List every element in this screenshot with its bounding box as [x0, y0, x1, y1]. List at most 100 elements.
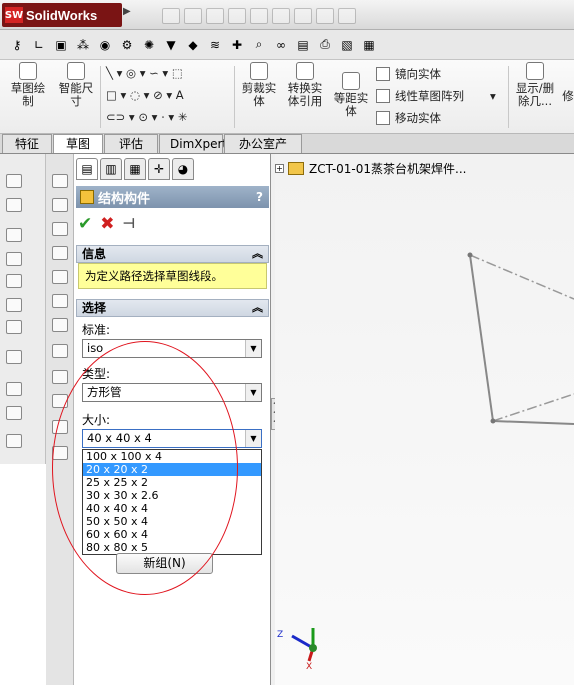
cube-icon[interactable]: [52, 318, 68, 332]
size-option[interactable]: 50 x 50 x 4: [83, 515, 261, 528]
pushpin-icon[interactable]: ⊣: [123, 216, 136, 232]
line-tool[interactable]: ╲ ▾ ◎ ▾ ∽ ▾ ⬚: [106, 66, 183, 80]
location-icon[interactable]: ◆: [184, 36, 202, 54]
solidworks-logo[interactable]: SW SolidWorks: [2, 3, 122, 27]
spring-icon[interactable]: ≋: [206, 36, 224, 54]
fillet-bead-icon[interactable]: [6, 298, 22, 312]
tab-office-products[interactable]: 办公室产品: [224, 134, 302, 169]
options-icon[interactable]: [338, 8, 356, 24]
menu-arrow-icon[interactable]: ▶: [123, 6, 133, 24]
size-option[interactable]: 30 x 30 x 2.6: [83, 489, 261, 502]
slot-tool[interactable]: ⊂⊃ ▾ ⊙ ▾ ⋅ ▾ ✳: [106, 110, 187, 124]
standard-select[interactable]: iso ▼: [82, 339, 262, 358]
collapse-icon[interactable]: ︽: [252, 246, 263, 262]
property-manager-tab-icon[interactable]: ▥: [100, 158, 122, 180]
export-icon[interactable]: ▤: [294, 36, 312, 54]
cube-icon[interactable]: [52, 270, 68, 284]
expand-icon[interactable]: +: [275, 164, 284, 173]
display-manager-tab-icon[interactable]: ◕: [172, 158, 194, 180]
size-select[interactable]: 40 x 40 x 4 ▼: [82, 429, 262, 448]
sketch-line-icon[interactable]: [52, 370, 68, 384]
cube-icon[interactable]: [52, 174, 68, 188]
save-icon[interactable]: [206, 8, 224, 24]
instant3d-icon[interactable]: [6, 434, 22, 448]
print-icon[interactable]: [228, 8, 246, 24]
rectangle-tool[interactable]: □ ▾ ◌ ▾ ⊘ ▾ A: [106, 88, 184, 102]
sketch-line[interactable]: [469, 254, 494, 422]
binoculars-icon[interactable]: ∞: [272, 36, 290, 54]
sketch-point[interactable]: [490, 418, 496, 424]
sketch-line-icon[interactable]: [52, 344, 68, 358]
size-option-highlighted[interactable]: 20 x 20 x 2: [83, 463, 261, 476]
open-icon[interactable]: [184, 8, 202, 24]
dimxpert-tab-icon[interactable]: ✛: [148, 158, 170, 180]
help-icon[interactable]: ?: [256, 190, 263, 204]
smart-dimension-button[interactable]: 智能尺 寸: [55, 62, 97, 108]
sketch-line-icon[interactable]: [52, 446, 68, 460]
cube-icon[interactable]: [52, 222, 68, 236]
trim-button[interactable]: 剪裁实 体: [238, 62, 280, 108]
funnel-icon[interactable]: ▼: [162, 36, 180, 54]
display-delete-relations-button[interactable]: 显示/删 除几...: [512, 62, 558, 108]
globe-icon[interactable]: ◉: [96, 36, 114, 54]
selection-group-header[interactable]: 选择 ︽: [76, 299, 269, 317]
key-icon[interactable]: ⚷: [8, 36, 26, 54]
cube-icon[interactable]: [52, 294, 68, 308]
feature-tree-root[interactable]: + ZCT-01-01蒸茶台机架焊件...: [275, 160, 466, 177]
calculator-icon[interactable]: ▦: [360, 36, 378, 54]
monitor-icon[interactable]: ▣: [52, 36, 70, 54]
corner-icon[interactable]: ∟: [30, 36, 48, 54]
document-icon[interactable]: ▧: [338, 36, 356, 54]
sketch-line-icon[interactable]: [52, 420, 68, 434]
sketch-line[interactable]: [492, 420, 574, 425]
offset-entities-button[interactable]: 等距实 体: [330, 72, 372, 118]
size-option[interactable]: 100 x 100 x 4: [83, 450, 261, 463]
curve-icon[interactable]: [6, 406, 22, 420]
plugin-icon[interactable]: ✚: [228, 36, 246, 54]
trim-extend-icon[interactable]: [6, 228, 22, 242]
graphics-area[interactable]: [275, 154, 574, 685]
sketch-point[interactable]: [467, 252, 473, 258]
size-option[interactable]: 60 x 60 x 4: [83, 528, 261, 541]
settings-icon[interactable]: ✺: [140, 36, 158, 54]
ok-icon[interactable]: ✔: [78, 214, 92, 234]
mirror-button[interactable]: 镜向实体: [376, 66, 441, 82]
new-document-icon[interactable]: [162, 8, 180, 24]
search-icon[interactable]: ⌕: [250, 36, 268, 54]
convert-entities-button[interactable]: 转换实 体引用: [284, 62, 326, 108]
size-option[interactable]: 40 x 40 x 4: [83, 502, 261, 515]
size-option[interactable]: 25 x 25 x 2: [83, 476, 261, 489]
centerline[interactable]: [492, 393, 574, 422]
feature-manager-tab-icon[interactable]: ▤: [76, 158, 98, 180]
printer-icon[interactable]: ⎙: [316, 36, 334, 54]
cube-icon[interactable]: [52, 198, 68, 212]
rebuild-icon[interactable]: [294, 8, 312, 24]
sketch-button[interactable]: 草图绘 制: [8, 62, 48, 108]
select-icon[interactable]: [272, 8, 290, 24]
gusset-icon[interactable]: [6, 274, 22, 288]
chevron-down-icon[interactable]: ▼: [245, 430, 261, 447]
tab-evaluate[interactable]: 评估: [104, 134, 158, 153]
chevron-down-icon[interactable]: ▼: [245, 384, 261, 401]
undo-icon[interactable]: [250, 8, 268, 24]
gear-icon[interactable]: ⚙: [118, 36, 136, 54]
centerline[interactable]: [469, 254, 574, 300]
cube-icon[interactable]: [52, 246, 68, 260]
tab-sketch[interactable]: 草图: [53, 134, 103, 153]
move-entities-button[interactable]: 移动实体: [376, 110, 441, 126]
truncated-button[interactable]: 修: [562, 90, 574, 103]
weldment-icon[interactable]: [6, 174, 22, 188]
chevron-down-icon[interactable]: ▼: [245, 340, 261, 357]
tab-features[interactable]: 特征: [2, 134, 52, 153]
cancel-icon[interactable]: ✖: [100, 214, 114, 234]
reference-icon[interactable]: [6, 382, 22, 396]
pattern-icon[interactable]: [6, 350, 22, 364]
sketch-line-icon[interactable]: [52, 394, 68, 408]
assembly-icon[interactable]: ⁂: [74, 36, 92, 54]
collapse-icon[interactable]: ︽: [252, 300, 263, 316]
type-select[interactable]: 方形管 ▼: [82, 383, 262, 402]
configuration-manager-tab-icon[interactable]: ▦: [124, 158, 146, 180]
info-group-header[interactable]: 信息 ︽: [76, 245, 269, 263]
new-group-button[interactable]: 新组(N): [116, 553, 213, 574]
file-properties-icon[interactable]: [316, 8, 334, 24]
